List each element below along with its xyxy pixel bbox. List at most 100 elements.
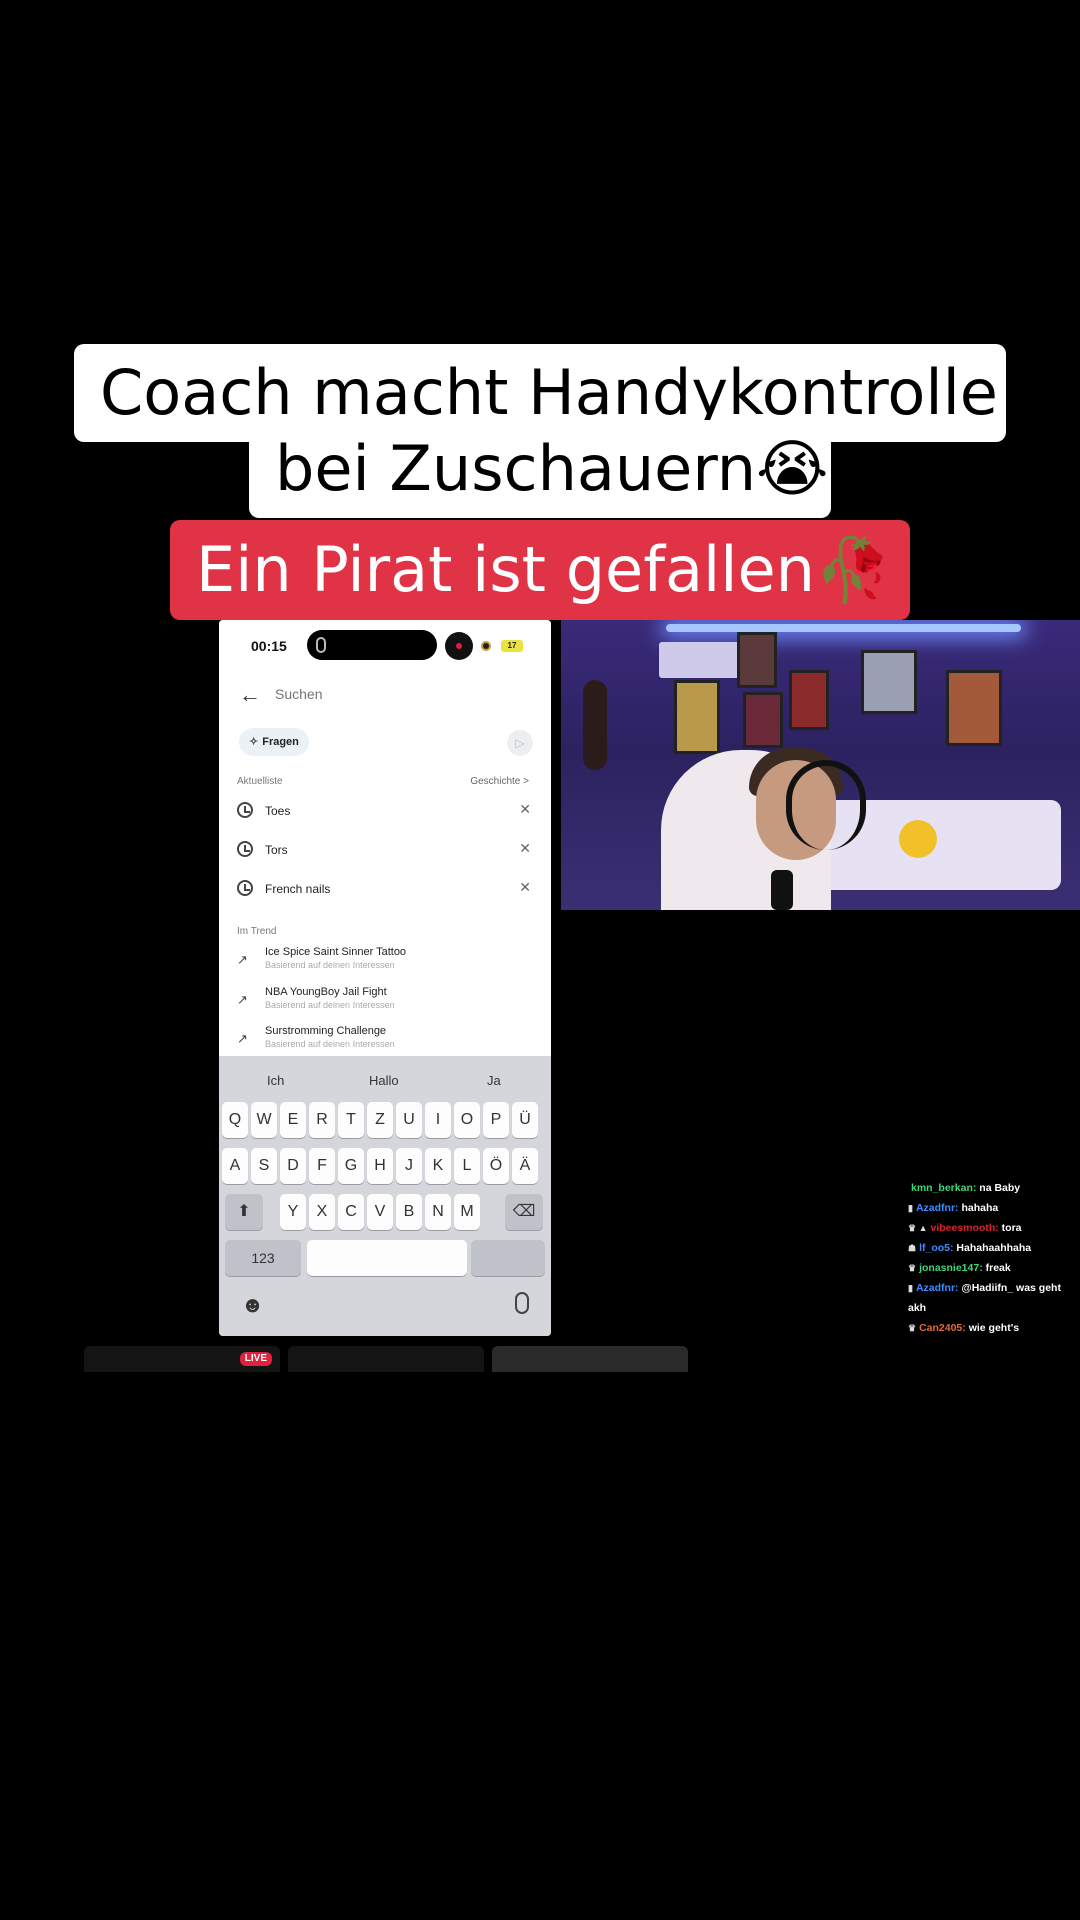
chat-badge: ♛ xyxy=(908,1323,917,1333)
key[interactable]: Ü xyxy=(512,1102,538,1138)
suggestion-word[interactable]: Hallo xyxy=(369,1073,399,1088)
key[interactable]: L xyxy=(454,1148,480,1184)
back-arrow-icon[interactable]: ← xyxy=(239,682,261,708)
key-row-4: 123 xyxy=(219,1240,551,1280)
key[interactable]: G xyxy=(338,1148,364,1184)
remove-icon[interactable]: ✕ xyxy=(519,840,531,857)
shift-icon[interactable]: ⬆ xyxy=(225,1194,263,1230)
send-icon[interactable]: ▷ xyxy=(507,730,533,756)
word-suggestions: Ich Hallo Ja xyxy=(219,1066,551,1094)
poster xyxy=(861,650,917,714)
numbers-key[interactable]: 123 xyxy=(225,1240,301,1276)
phone-screen: 00:15 17 ← ✧Fragen ▷ Aktuelliste Geschic… xyxy=(219,620,551,1336)
key[interactable]: Y xyxy=(280,1194,306,1230)
search-suggestions: Aktuelliste Geschichte > Toes ✕ Tors ✕ F… xyxy=(219,766,551,1056)
remove-icon[interactable]: ✕ xyxy=(519,801,531,818)
poster xyxy=(789,670,829,730)
key[interactable]: E xyxy=(280,1102,306,1138)
chat-username: vibeesmooth: xyxy=(930,1222,999,1234)
trending-item[interactable]: ↗ Ice Spice Saint Sinner Tattoo Basieren… xyxy=(219,942,551,982)
chat-badge: ♛ xyxy=(908,1263,917,1273)
stream-thumbnail[interactable] xyxy=(492,1346,688,1372)
key[interactable]: Q xyxy=(222,1102,248,1138)
space-key[interactable] xyxy=(307,1240,467,1276)
led-strip xyxy=(666,624,1021,632)
chat-message: ▮ Azadfnr: hahaha xyxy=(908,1198,1078,1218)
chat-username: Azadfnr: xyxy=(915,1282,959,1294)
recent-item[interactable]: French nails ✕ xyxy=(219,870,551,908)
chat-text: na Baby xyxy=(979,1182,1021,1194)
key[interactable]: N xyxy=(425,1194,451,1230)
caption-text-2: bei Zuschauern😭 xyxy=(249,420,831,518)
chat-text: hahaha xyxy=(961,1202,999,1214)
suggestion-word[interactable]: Ich xyxy=(267,1073,284,1088)
key[interactable]: H xyxy=(367,1148,393,1184)
stream-chat: kmn_berkan: na Baby ▮ Azadfnr: hahaha ♛ ▲… xyxy=(908,1178,1078,1338)
key[interactable]: W xyxy=(251,1102,277,1138)
history-link[interactable]: Geschichte > xyxy=(470,776,529,787)
return-key[interactable] xyxy=(471,1240,545,1276)
suggestion-word[interactable]: Ja xyxy=(487,1073,501,1088)
key[interactable]: I xyxy=(425,1102,451,1138)
clock-icon xyxy=(237,880,253,896)
chat-text: freak xyxy=(985,1262,1011,1274)
ask-chip-label: Fragen xyxy=(262,736,299,748)
trending-subtitle: Basierend auf deinen Interessen xyxy=(265,1039,395,1049)
key[interactable]: O xyxy=(454,1102,480,1138)
trending-icon: ↗ xyxy=(237,992,248,1007)
ask-bar: ✧ Fragen ▷ xyxy=(219,720,551,766)
chat-text: tora xyxy=(1001,1222,1022,1234)
chat-message: kmn_berkan: na Baby xyxy=(908,1178,1078,1198)
key[interactable]: Z xyxy=(367,1102,393,1138)
key[interactable]: K xyxy=(425,1148,451,1184)
recording-icon xyxy=(445,632,473,660)
key[interactable]: U xyxy=(396,1102,422,1138)
trending-item[interactable]: ↗ Surstromming Challenge Basierend auf d… xyxy=(219,1021,551,1061)
stream-thumbnail[interactable]: LIVE xyxy=(84,1346,280,1372)
key[interactable]: V xyxy=(367,1194,393,1230)
key-row-1: Q W E R T Z U I O P Ü xyxy=(219,1102,551,1142)
trending-item[interactable]: ↗ NBA YoungBoy Jail Fight Basierend auf … xyxy=(219,982,551,1022)
camera-indicator-icon xyxy=(481,641,491,651)
key[interactable]: C xyxy=(338,1194,364,1230)
clock-icon xyxy=(237,841,253,857)
key[interactable]: F xyxy=(309,1148,335,1184)
chat-username: Can2405: xyxy=(919,1322,966,1334)
recent-item[interactable]: Toes ✕ xyxy=(219,792,551,830)
key[interactable]: D xyxy=(280,1148,306,1184)
microphone xyxy=(771,870,793,910)
key[interactable]: B xyxy=(396,1194,422,1230)
key[interactable]: T xyxy=(338,1102,364,1138)
key[interactable]: X xyxy=(309,1194,335,1230)
key[interactable]: Ä xyxy=(512,1148,538,1184)
guitar xyxy=(583,680,607,770)
key[interactable]: Ö xyxy=(483,1148,509,1184)
recent-header: Aktuelliste xyxy=(237,776,283,787)
emoji-icon[interactable]: ☻ xyxy=(241,1292,264,1318)
ask-chip-button[interactable]: ✧ Fragen xyxy=(239,728,309,756)
battery-icon: 17 xyxy=(501,640,523,652)
trending-title: NBA YoungBoy Jail Fight xyxy=(265,986,387,998)
search-input[interactable] xyxy=(275,686,515,702)
chat-username: jonasnie147: xyxy=(919,1262,983,1274)
key[interactable]: R xyxy=(309,1102,335,1138)
key[interactable]: S xyxy=(251,1148,277,1184)
recent-item[interactable]: Tors ✕ xyxy=(219,831,551,869)
chat-message: ♛ jonasnie147: freak xyxy=(908,1258,1078,1278)
trending-title: Surstromming Challenge xyxy=(265,1025,387,1037)
trend-header: Im Trend xyxy=(237,926,277,937)
key[interactable]: M xyxy=(454,1194,480,1230)
dictation-mic-icon[interactable] xyxy=(515,1292,529,1314)
key[interactable]: A xyxy=(222,1148,248,1184)
caption-text-3: Ein Pirat ist gefallen🥀 xyxy=(170,520,910,620)
chat-text: Hahahaahhaha xyxy=(956,1242,1032,1254)
chat-text: wie geht's xyxy=(968,1322,1020,1334)
stream-thumbnail[interactable] xyxy=(288,1346,484,1372)
key[interactable]: J xyxy=(396,1148,422,1184)
search-bar: ← xyxy=(219,670,551,720)
delete-icon[interactable]: ⌫ xyxy=(505,1194,543,1230)
remove-icon[interactable]: ✕ xyxy=(519,879,531,896)
trending-subtitle: Basierend auf deinen Interessen xyxy=(265,960,395,970)
key[interactable]: P xyxy=(483,1102,509,1138)
status-time: 00:15 xyxy=(251,638,287,654)
